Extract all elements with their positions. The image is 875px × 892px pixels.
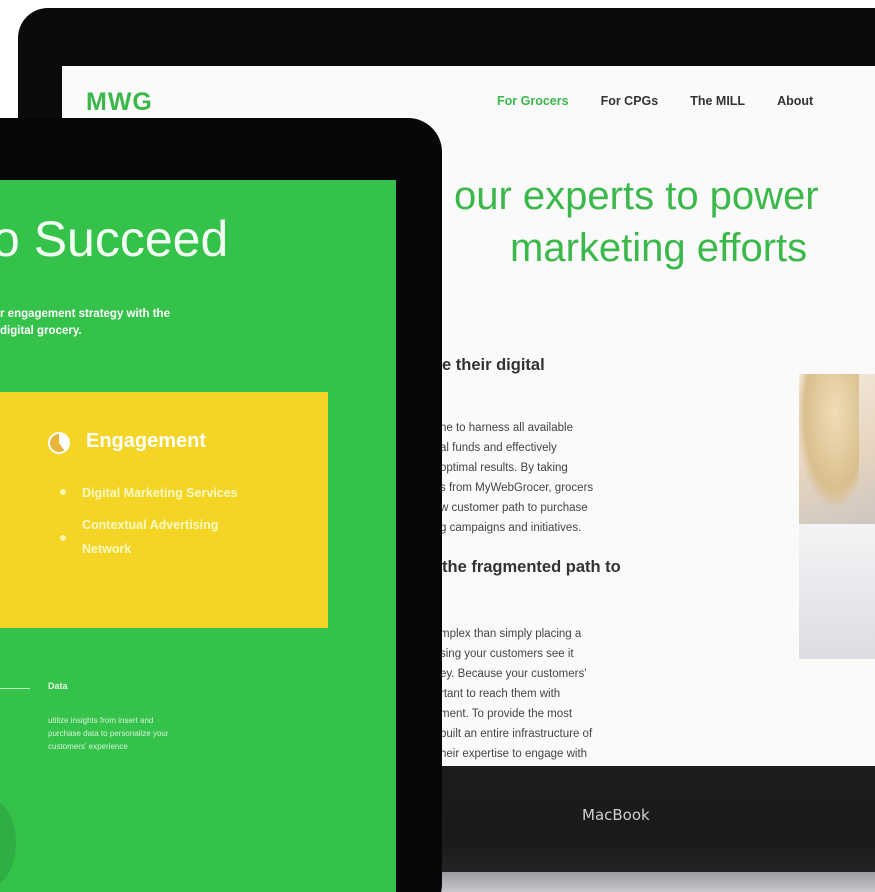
data-label: Data bbox=[48, 681, 68, 691]
site-logo[interactable]: MWG bbox=[86, 88, 153, 117]
section-paragraph-1: ne to harness all available al funds and… bbox=[440, 418, 593, 538]
paragraph-line: sing your customers see it bbox=[440, 648, 574, 660]
shopper-photo bbox=[799, 374, 875, 659]
macbook-label: MacBook bbox=[582, 806, 650, 824]
paragraph-line: ne to harness all available bbox=[440, 422, 573, 434]
section-heading-path: the fragmented path to bbox=[442, 558, 621, 576]
subtitle-line: r engagement strategy with the bbox=[0, 308, 170, 320]
card-item-network[interactable]: Network bbox=[82, 538, 131, 560]
paragraph-line: ment. To provide the most bbox=[440, 708, 573, 720]
nav-about[interactable]: About bbox=[777, 94, 813, 108]
photo-hair bbox=[799, 374, 859, 504]
engagement-title: Engagement bbox=[86, 430, 207, 452]
paragraph-line: heir expertise to engage with bbox=[440, 748, 588, 760]
nav-for-cpgs[interactable]: For CPGs bbox=[601, 94, 659, 108]
bullet-icon bbox=[60, 489, 66, 495]
decorative-circle bbox=[0, 798, 16, 888]
card-item-digital-marketing[interactable]: Digital Marketing Services bbox=[82, 482, 238, 504]
paragraph-line: mplex than simply placing a bbox=[440, 628, 582, 640]
paragraph-line: built an entire infrastructure of bbox=[440, 728, 593, 740]
card-item-contextual-advertising[interactable]: Contextual Advertising bbox=[82, 514, 218, 536]
data-desc-line: purchase data to personalize your bbox=[48, 729, 169, 738]
subtitle-line: digital grocery. bbox=[0, 325, 82, 337]
paragraph-line: s from MyWebGrocer, grocers bbox=[440, 482, 594, 494]
tablet-subtitle: r engagement strategy with the digital g… bbox=[0, 306, 170, 340]
paragraph-line: w customer path to purchase bbox=[440, 502, 588, 514]
photo-shirt bbox=[799, 524, 875, 659]
data-description: utilize insights from insert and purchas… bbox=[48, 714, 169, 753]
tablet-screen: o Succeed r engagement strategy with the… bbox=[0, 180, 396, 892]
paragraph-line: rtant to reach them with bbox=[440, 688, 561, 700]
section-heading-digital: e their digital bbox=[442, 356, 545, 374]
hero-heading-line2: marketing efforts bbox=[510, 226, 808, 270]
paragraph-line: g campaigns and initiatives. bbox=[440, 522, 582, 534]
data-divider bbox=[0, 688, 30, 689]
data-desc-line: customers' experience bbox=[48, 742, 128, 751]
hero-heading-line1: our experts to power bbox=[454, 174, 819, 218]
pie-icon bbox=[48, 432, 70, 454]
laptop-bottom-edge bbox=[440, 872, 875, 892]
main-nav: For Grocers For CPGs The MILL About bbox=[497, 94, 813, 108]
paragraph-line: optimal results. By taking bbox=[440, 462, 568, 474]
engagement-card[interactable]: Engagement Digital Marketing Services Co… bbox=[0, 392, 328, 628]
nav-for-grocers[interactable]: For Grocers bbox=[497, 94, 569, 108]
section-paragraph-2: mplex than simply placing a sing your cu… bbox=[440, 624, 592, 764]
data-desc-line: utilize insights from insert and bbox=[48, 716, 154, 725]
paragraph-line: al funds and effectively bbox=[440, 442, 557, 454]
tablet-title: o Succeed bbox=[0, 211, 229, 267]
paragraph-line: ey. Because your customers' bbox=[440, 668, 587, 680]
nav-the-mill[interactable]: The MILL bbox=[690, 94, 745, 108]
bullet-icon bbox=[60, 535, 66, 541]
